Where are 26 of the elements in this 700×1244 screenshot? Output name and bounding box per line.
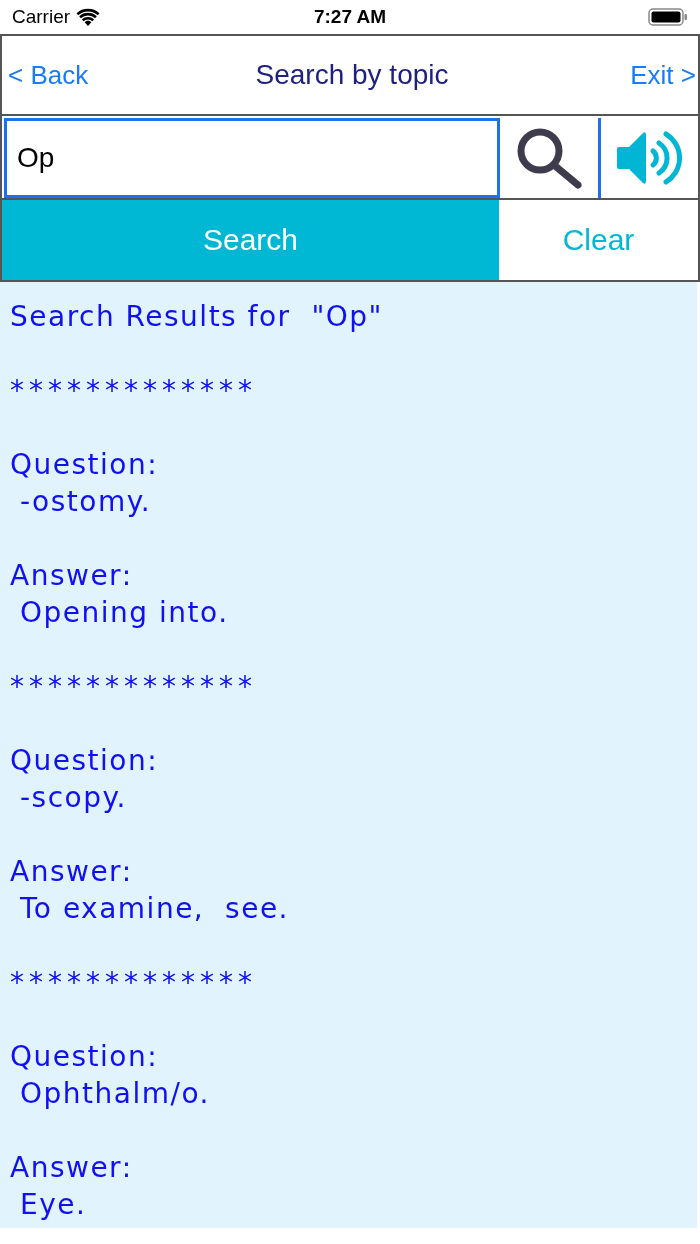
question-label: Question: — [10, 1039, 159, 1075]
separator-text: ************* — [10, 373, 257, 409]
screen-title: Search by topic — [255, 59, 449, 91]
results-heading: Search Results for "Op" — [10, 299, 383, 335]
question-text: -scopy. — [19, 780, 127, 816]
back-link[interactable]: < Back — [8, 59, 89, 91]
wifi-icon — [76, 8, 101, 26]
exit-link[interactable]: Exit > — [630, 59, 696, 91]
answer-text: Eye. — [19, 1187, 87, 1223]
separator-text: ************* — [10, 965, 257, 1001]
search-field[interactable]: Op — [4, 118, 500, 198]
answer-text: Opening into. — [19, 595, 229, 631]
question-text: Ophthalm/o. — [19, 1076, 210, 1112]
speaker-icon — [615, 129, 684, 187]
status-time: 7:27 AM — [313, 6, 387, 28]
question-text: -ostomy. — [19, 484, 152, 520]
search-action-button[interactable]: Search — [2, 200, 499, 280]
battery-icon — [648, 8, 688, 26]
question-label: Question: — [10, 447, 159, 483]
answer-label: Answer: — [10, 1150, 133, 1186]
question-label: Question: — [10, 743, 159, 779]
answer-text: To examine, see. — [19, 891, 289, 927]
separator-text: ************* — [10, 669, 257, 705]
answer-label: Answer: — [10, 558, 133, 594]
carrier-name: Carrier — [12, 6, 71, 28]
answer-label: Answer: — [10, 854, 133, 890]
